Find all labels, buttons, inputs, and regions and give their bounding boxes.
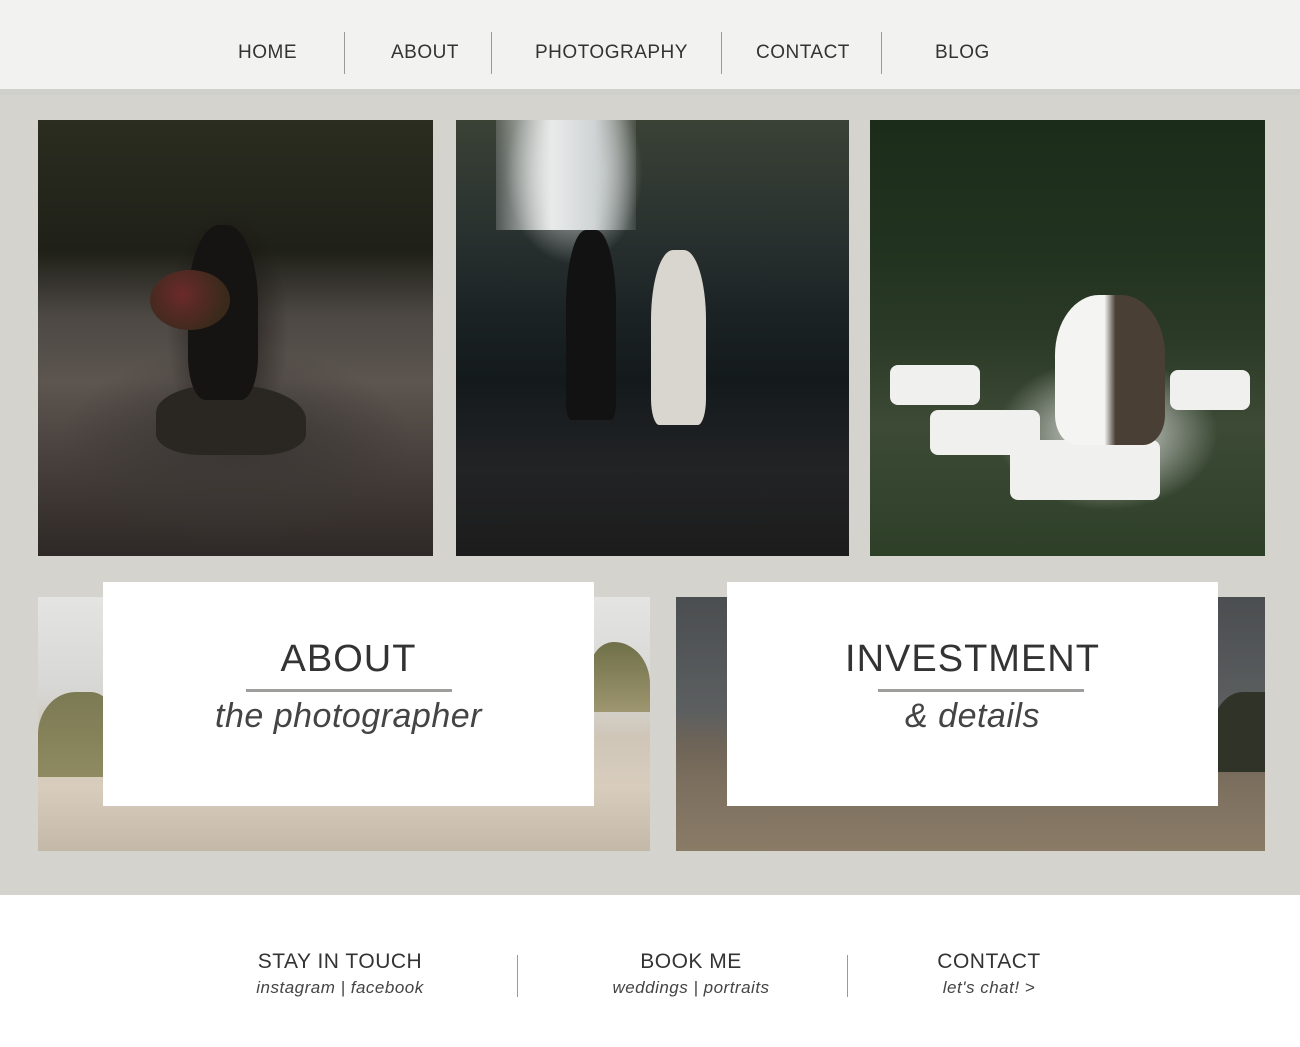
investment-card-rule bbox=[878, 689, 1084, 692]
nav-home-link[interactable]: HOME bbox=[238, 42, 297, 64]
photo-groom bbox=[566, 230, 616, 420]
photo-hill bbox=[1210, 692, 1265, 772]
footer-book-me[interactable]: BOOK ME weddings | portraits bbox=[590, 950, 792, 998]
footer-contact-title: CONTACT bbox=[937, 950, 1041, 973]
footer-book-services[interactable]: weddings | portraits bbox=[590, 978, 792, 998]
gallery-photo-canyon-bride[interactable] bbox=[38, 120, 433, 556]
gallery-photo-waterfall-couple[interactable] bbox=[456, 120, 849, 556]
about-card-rule bbox=[246, 689, 452, 692]
nav-about-link[interactable]: ABOUT bbox=[391, 42, 459, 64]
photo-dune-grass bbox=[38, 692, 113, 777]
nav-photography-link[interactable]: PHOTOGRAPHY bbox=[535, 42, 688, 64]
footer-stay-in-touch[interactable]: STAY IN TOUCH instagram | facebook bbox=[240, 950, 440, 998]
photo-table bbox=[890, 365, 980, 405]
photo-couple-hug bbox=[1055, 295, 1165, 445]
nav-divider bbox=[881, 32, 882, 74]
investment-card-title: INVESTMENT bbox=[845, 638, 1100, 680]
main-content: ABOUT the photographer INVESTMENT & deta… bbox=[0, 95, 1300, 895]
nav-contact-link[interactable]: CONTACT bbox=[756, 42, 850, 64]
photo-waterfall bbox=[496, 120, 636, 230]
footer-social-links[interactable]: instagram | facebook bbox=[240, 978, 440, 998]
photo-table bbox=[1010, 440, 1160, 500]
nav-blog-link[interactable]: BLOG bbox=[935, 42, 990, 64]
nav-divider bbox=[721, 32, 722, 74]
nav-divider bbox=[491, 32, 492, 74]
about-card[interactable]: ABOUT the photographer bbox=[103, 582, 594, 806]
footer-contact[interactable]: CONTACT let's chat! > bbox=[908, 950, 1070, 998]
footer-divider bbox=[517, 955, 518, 997]
gallery-photo-garden-reception[interactable] bbox=[870, 120, 1265, 556]
footer-contact-link[interactable]: let's chat! > bbox=[908, 978, 1070, 998]
photo-bouquet bbox=[150, 270, 230, 330]
nav-divider bbox=[344, 32, 345, 74]
footer-book-title: BOOK ME bbox=[640, 950, 742, 973]
top-nav: HOME ABOUT PHOTOGRAPHY CONTACT BLOG bbox=[0, 0, 1300, 90]
photo-table bbox=[1170, 370, 1250, 410]
footer: STAY IN TOUCH instagram | facebook BOOK … bbox=[0, 895, 1300, 1047]
investment-card[interactable]: INVESTMENT & details bbox=[727, 582, 1218, 806]
footer-stay-title: STAY IN TOUCH bbox=[257, 950, 423, 973]
footer-divider bbox=[847, 955, 848, 997]
about-card-title: ABOUT bbox=[280, 638, 417, 680]
photo-dune-grass bbox=[590, 642, 650, 712]
investment-card-subtitle: & details bbox=[905, 697, 1040, 735]
about-card-subtitle: the photographer bbox=[215, 697, 482, 735]
photo-bride bbox=[651, 250, 706, 425]
